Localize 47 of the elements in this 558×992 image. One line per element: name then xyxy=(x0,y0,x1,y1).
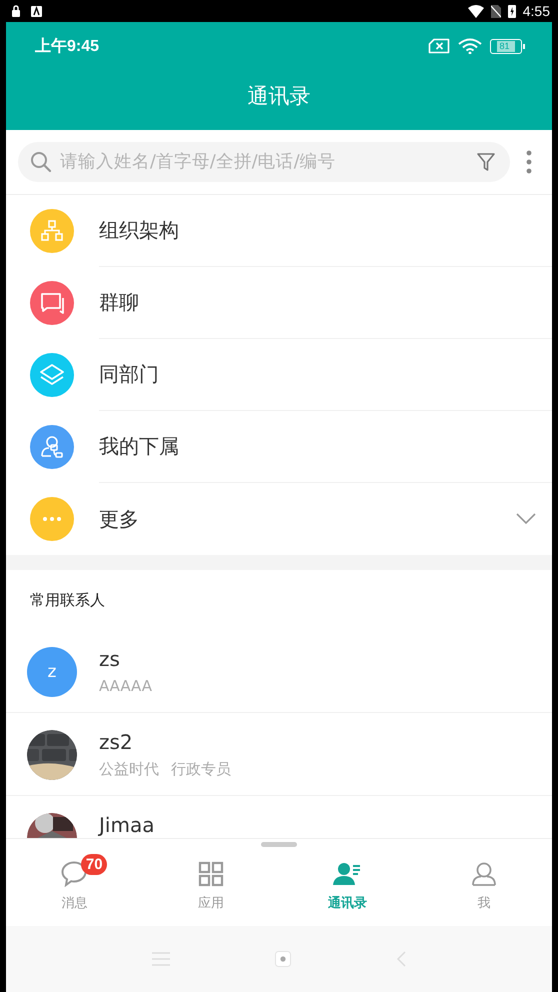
contact-name: Jimaa xyxy=(99,813,154,837)
wifi-icon xyxy=(458,38,482,54)
speech-bubble-icon xyxy=(61,861,88,887)
menu-item[interactable]: 我的下属 xyxy=(6,411,552,483)
menu-item[interactable]: 同部门 xyxy=(6,339,552,411)
grid-icon xyxy=(198,861,224,887)
nav-tab[interactable]: 70 消息 xyxy=(6,851,142,912)
contact-detail: 行政专员 xyxy=(171,760,231,779)
menu-icon[interactable] xyxy=(152,952,170,966)
home-icon[interactable] xyxy=(275,951,291,967)
drag-handle[interactable] xyxy=(261,842,297,847)
lock-icon xyxy=(11,5,21,17)
battery-icon xyxy=(508,4,516,18)
menu-label: 更多 xyxy=(99,506,139,532)
contact-detail: AAAAA xyxy=(99,677,152,695)
dots-icon xyxy=(30,497,74,541)
back-icon[interactable] xyxy=(396,951,406,967)
more-icon[interactable] xyxy=(526,150,532,174)
contact-detail: 公益时代 xyxy=(99,760,159,779)
no-sim-icon xyxy=(490,4,501,18)
menu-item[interactable]: 组织架构 xyxy=(6,195,552,267)
menu-label: 同部门 xyxy=(99,361,159,388)
page-title: 通讯录 xyxy=(246,83,312,110)
menu-label: 组织架构 xyxy=(99,217,179,244)
contact-name: zs2 xyxy=(99,730,134,754)
contact-item[interactable]: zs2 公益时代 行政专员 xyxy=(6,713,552,796)
contact-card-icon xyxy=(333,861,362,887)
status-time: 4:55 xyxy=(522,3,550,19)
menu-label: 群聊 xyxy=(99,289,139,316)
section-title: 常用联系人 xyxy=(29,590,106,610)
menu-label: 我的下属 xyxy=(99,433,179,460)
no-sim-icon xyxy=(428,38,450,54)
status-time: 上午9:45 xyxy=(35,36,100,56)
menu-item[interactable]: 更多 xyxy=(6,483,552,555)
search-bar[interactable]: 请输入姓名/首字母/全拼/电话/编号 xyxy=(18,142,510,182)
menu-item[interactable]: 群聊 xyxy=(6,267,552,339)
search-icon xyxy=(30,151,52,173)
battery-indicator: 81 xyxy=(490,38,522,54)
avatar: z xyxy=(27,647,77,697)
filter-icon[interactable] xyxy=(476,152,496,172)
contact-name: zs xyxy=(99,647,121,671)
unread-count: 70 xyxy=(81,854,108,875)
wifi-icon xyxy=(468,4,484,18)
person-icon xyxy=(470,861,497,887)
contact-item[interactable]: z zs AAAAA xyxy=(6,630,552,713)
app-icon xyxy=(31,6,42,16)
search-field[interactable]: 请输入姓名/首字母/全拼/电话/编号 xyxy=(60,152,468,172)
